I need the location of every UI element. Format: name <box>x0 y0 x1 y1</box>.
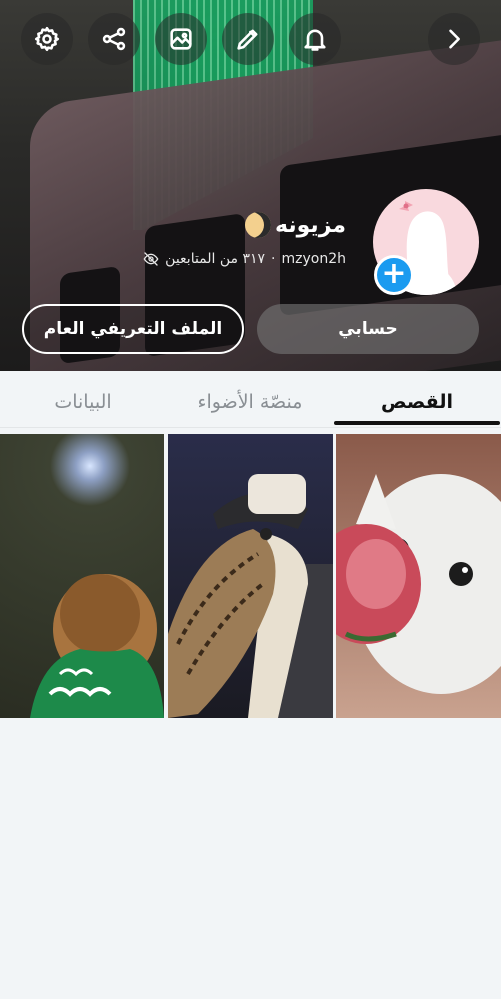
profile-name: مزيونه <box>245 212 346 238</box>
image-icon <box>170 28 192 50</box>
story-thumbnail[interactable] <box>168 434 333 718</box>
followers-count: ٣١٧ من المتابعين <box>165 251 266 267</box>
gear-icon <box>34 26 60 52</box>
change-cover-button[interactable] <box>155 13 207 65</box>
tab-insights[interactable]: البيانات <box>0 391 166 413</box>
separator: · <box>271 251 276 267</box>
eye-off-icon <box>143 252 159 266</box>
display-name: مزيونه <box>275 212 346 238</box>
chevron-right-button[interactable] <box>428 13 480 65</box>
share-button[interactable] <box>88 13 140 65</box>
share-icon <box>102 27 126 51</box>
story-thumbnail[interactable] <box>0 434 164 718</box>
edit-button[interactable] <box>222 13 274 65</box>
profile-tabs: القصص منصّة الأضواء البيانات <box>0 371 501 428</box>
active-tab-indicator <box>334 421 500 425</box>
add-story-button[interactable]: + <box>374 255 414 295</box>
tab-spotlight[interactable]: منصّة الأضواء <box>167 391 333 413</box>
story-grid <box>0 434 501 718</box>
public-profile-button[interactable]: الملف التعريفي العام <box>22 304 244 354</box>
story-thumbnail[interactable] <box>336 434 501 718</box>
tab-stories[interactable]: القصص <box>334 391 500 413</box>
my-account-button[interactable]: حسابي <box>257 304 479 354</box>
settings-button[interactable] <box>21 13 73 65</box>
moon-flag-photo <box>30 574 164 718</box>
profile-header: + مزيونه mzyon2h · ٣١٧ من المتابعين حساب… <box>0 0 501 371</box>
bell-icon <box>304 29 326 51</box>
username: mzyon2h <box>281 251 347 267</box>
profile-subtitle: mzyon2h · ٣١٧ من المتابعين <box>143 251 346 267</box>
cat-photo <box>336 474 501 694</box>
notifications-button[interactable] <box>289 13 341 65</box>
chevron-right-icon <box>449 29 460 49</box>
moon-emoji-icon <box>245 212 272 238</box>
falcon-photo <box>168 474 333 718</box>
pencil-icon <box>237 29 258 50</box>
